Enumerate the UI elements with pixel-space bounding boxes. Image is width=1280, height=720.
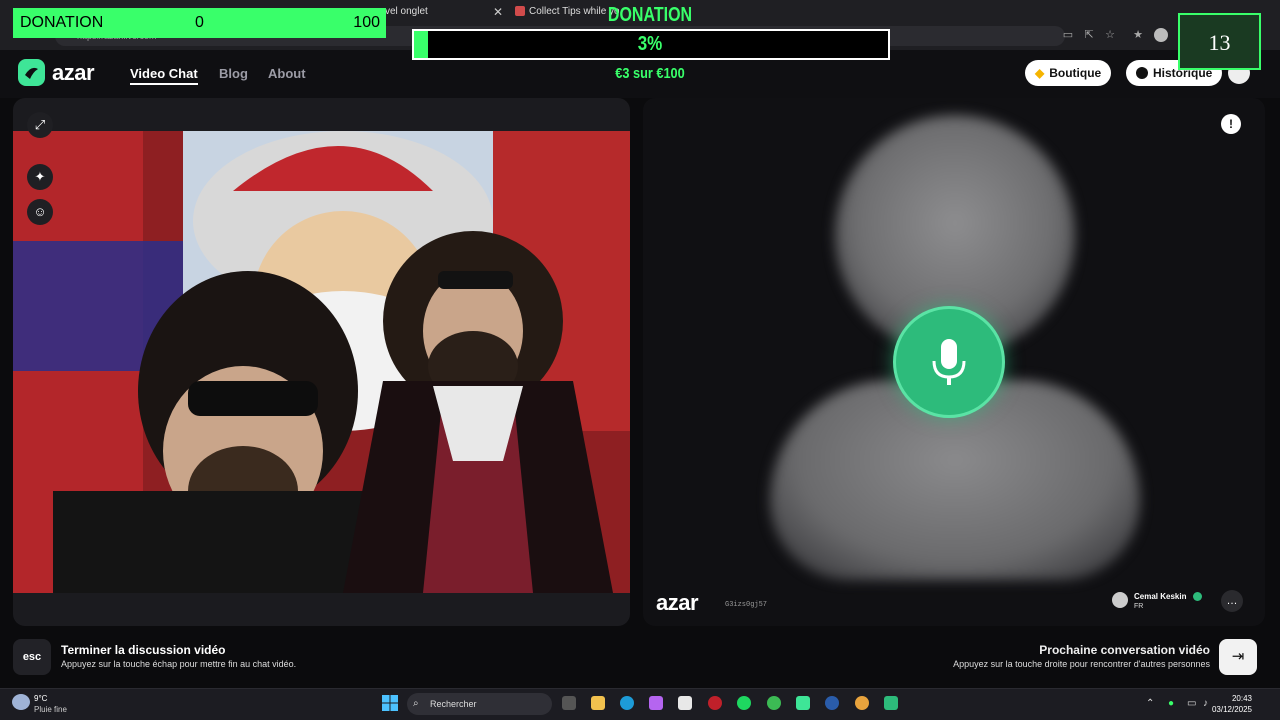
profile-avatar[interactable]: [1154, 28, 1168, 42]
chat-bubble-icon[interactable]: …: [1221, 590, 1243, 612]
donation-label: DONATION: [20, 14, 104, 31]
shop-label: Boutique: [1049, 66, 1102, 80]
self-camera-feed: [13, 131, 630, 593]
edge-browser-icon[interactable]: [620, 696, 634, 710]
donation-goal-title: DONATION: [607, 4, 693, 26]
esc-key-button[interactable]: esc: [13, 639, 51, 675]
partner-country: FR: [1134, 603, 1144, 610]
nav-blog[interactable]: Blog: [219, 66, 248, 81]
effects-sparkle-icon[interactable]: ✦: [27, 164, 53, 190]
tray-chevron-icon[interactable]: ⌃: [1146, 698, 1154, 709]
azar-watermark: azar: [656, 590, 699, 615]
app-green-icon[interactable]: [884, 696, 898, 710]
open-app-icon[interactable]: ⇱: [1082, 28, 1096, 42]
gem-icon: ◆: [1035, 66, 1045, 80]
favorite-star-icon[interactable]: ☆: [1103, 28, 1117, 42]
donation-goal-amount: €3 sur €100: [615, 65, 685, 82]
store-icon[interactable]: [678, 696, 692, 710]
chrome-icon[interactable]: [855, 696, 869, 710]
expand-icon[interactable]: ⤢: [27, 112, 53, 138]
tab-favicon-icon: [515, 6, 525, 16]
clock-time[interactable]: 20:43: [1212, 694, 1252, 703]
spotify-icon[interactable]: [737, 696, 751, 710]
copilot-icon[interactable]: [649, 696, 663, 710]
app-red-icon[interactable]: [708, 696, 722, 710]
taskbar-search[interactable]: Rechercher: [407, 693, 552, 715]
tray-network-icon[interactable]: ▭: [1187, 698, 1196, 709]
donation-max: 100: [353, 14, 380, 31]
cast-icon[interactable]: ▭: [1061, 28, 1075, 42]
clock-icon: [1136, 67, 1148, 79]
face-filter-icon[interactable]: ☺: [27, 199, 53, 225]
xbox-icon[interactable]: [767, 696, 781, 710]
logo-text[interactable]: azar: [52, 60, 95, 86]
tray-mic-icon[interactable]: ●: [1168, 698, 1174, 709]
mic-icon: [893, 306, 1005, 418]
next-chat-hint: Appuyez sur la touche droite pour rencon…: [953, 659, 1210, 669]
tab-close-icon[interactable]: ✕: [493, 5, 503, 19]
viewer-counter: 13: [1178, 13, 1261, 70]
next-arrow-button[interactable]: ⇥: [1219, 639, 1257, 675]
taskbar: [0, 688, 1280, 720]
weather-temperature[interactable]: 9°C: [34, 694, 47, 703]
azar-app-icon[interactable]: [796, 696, 810, 710]
verified-badge-icon: [1193, 592, 1202, 601]
clock-date[interactable]: 03/12/2025: [1202, 705, 1252, 714]
collections-icon[interactable]: ★: [1131, 28, 1145, 42]
donation-current: 0: [195, 14, 204, 31]
donation-goal-percent: 3%: [637, 33, 663, 55]
weather-description[interactable]: Pluie fine: [34, 705, 67, 714]
browser-tab-new[interactable]: vel onglet: [385, 2, 485, 22]
windows-start-icon[interactable]: [382, 695, 398, 711]
shop-button[interactable]: ◆ Boutique: [1025, 60, 1112, 86]
task-view-icon[interactable]: [562, 696, 576, 710]
report-shield-icon[interactable]: !: [1221, 114, 1241, 134]
donation-goal-fill: [414, 31, 429, 58]
azar-logo-icon[interactable]: [18, 59, 45, 86]
weather-rain-icon[interactable]: [12, 694, 30, 710]
search-icon: ⌕: [413, 698, 419, 709]
file-explorer-icon[interactable]: [591, 696, 605, 710]
end-chat-title: Terminer la discussion vidéo: [61, 643, 226, 657]
partner-name[interactable]: Cemal Keskin: [1134, 592, 1186, 601]
end-chat-hint: Appuyez sur la touche échap pour mettre …: [61, 659, 297, 669]
next-chat-title: Prochaine conversation vidéo: [1039, 643, 1210, 657]
partner-avatar[interactable]: [1112, 592, 1128, 608]
donation-counter-bar: DONATION 0 100: [13, 8, 386, 38]
nav-video-chat[interactable]: Video Chat: [130, 66, 198, 85]
nav-about[interactable]: About: [268, 66, 306, 81]
session-id: G3izs0gj57: [725, 601, 768, 609]
app-c-icon[interactable]: [825, 696, 839, 710]
